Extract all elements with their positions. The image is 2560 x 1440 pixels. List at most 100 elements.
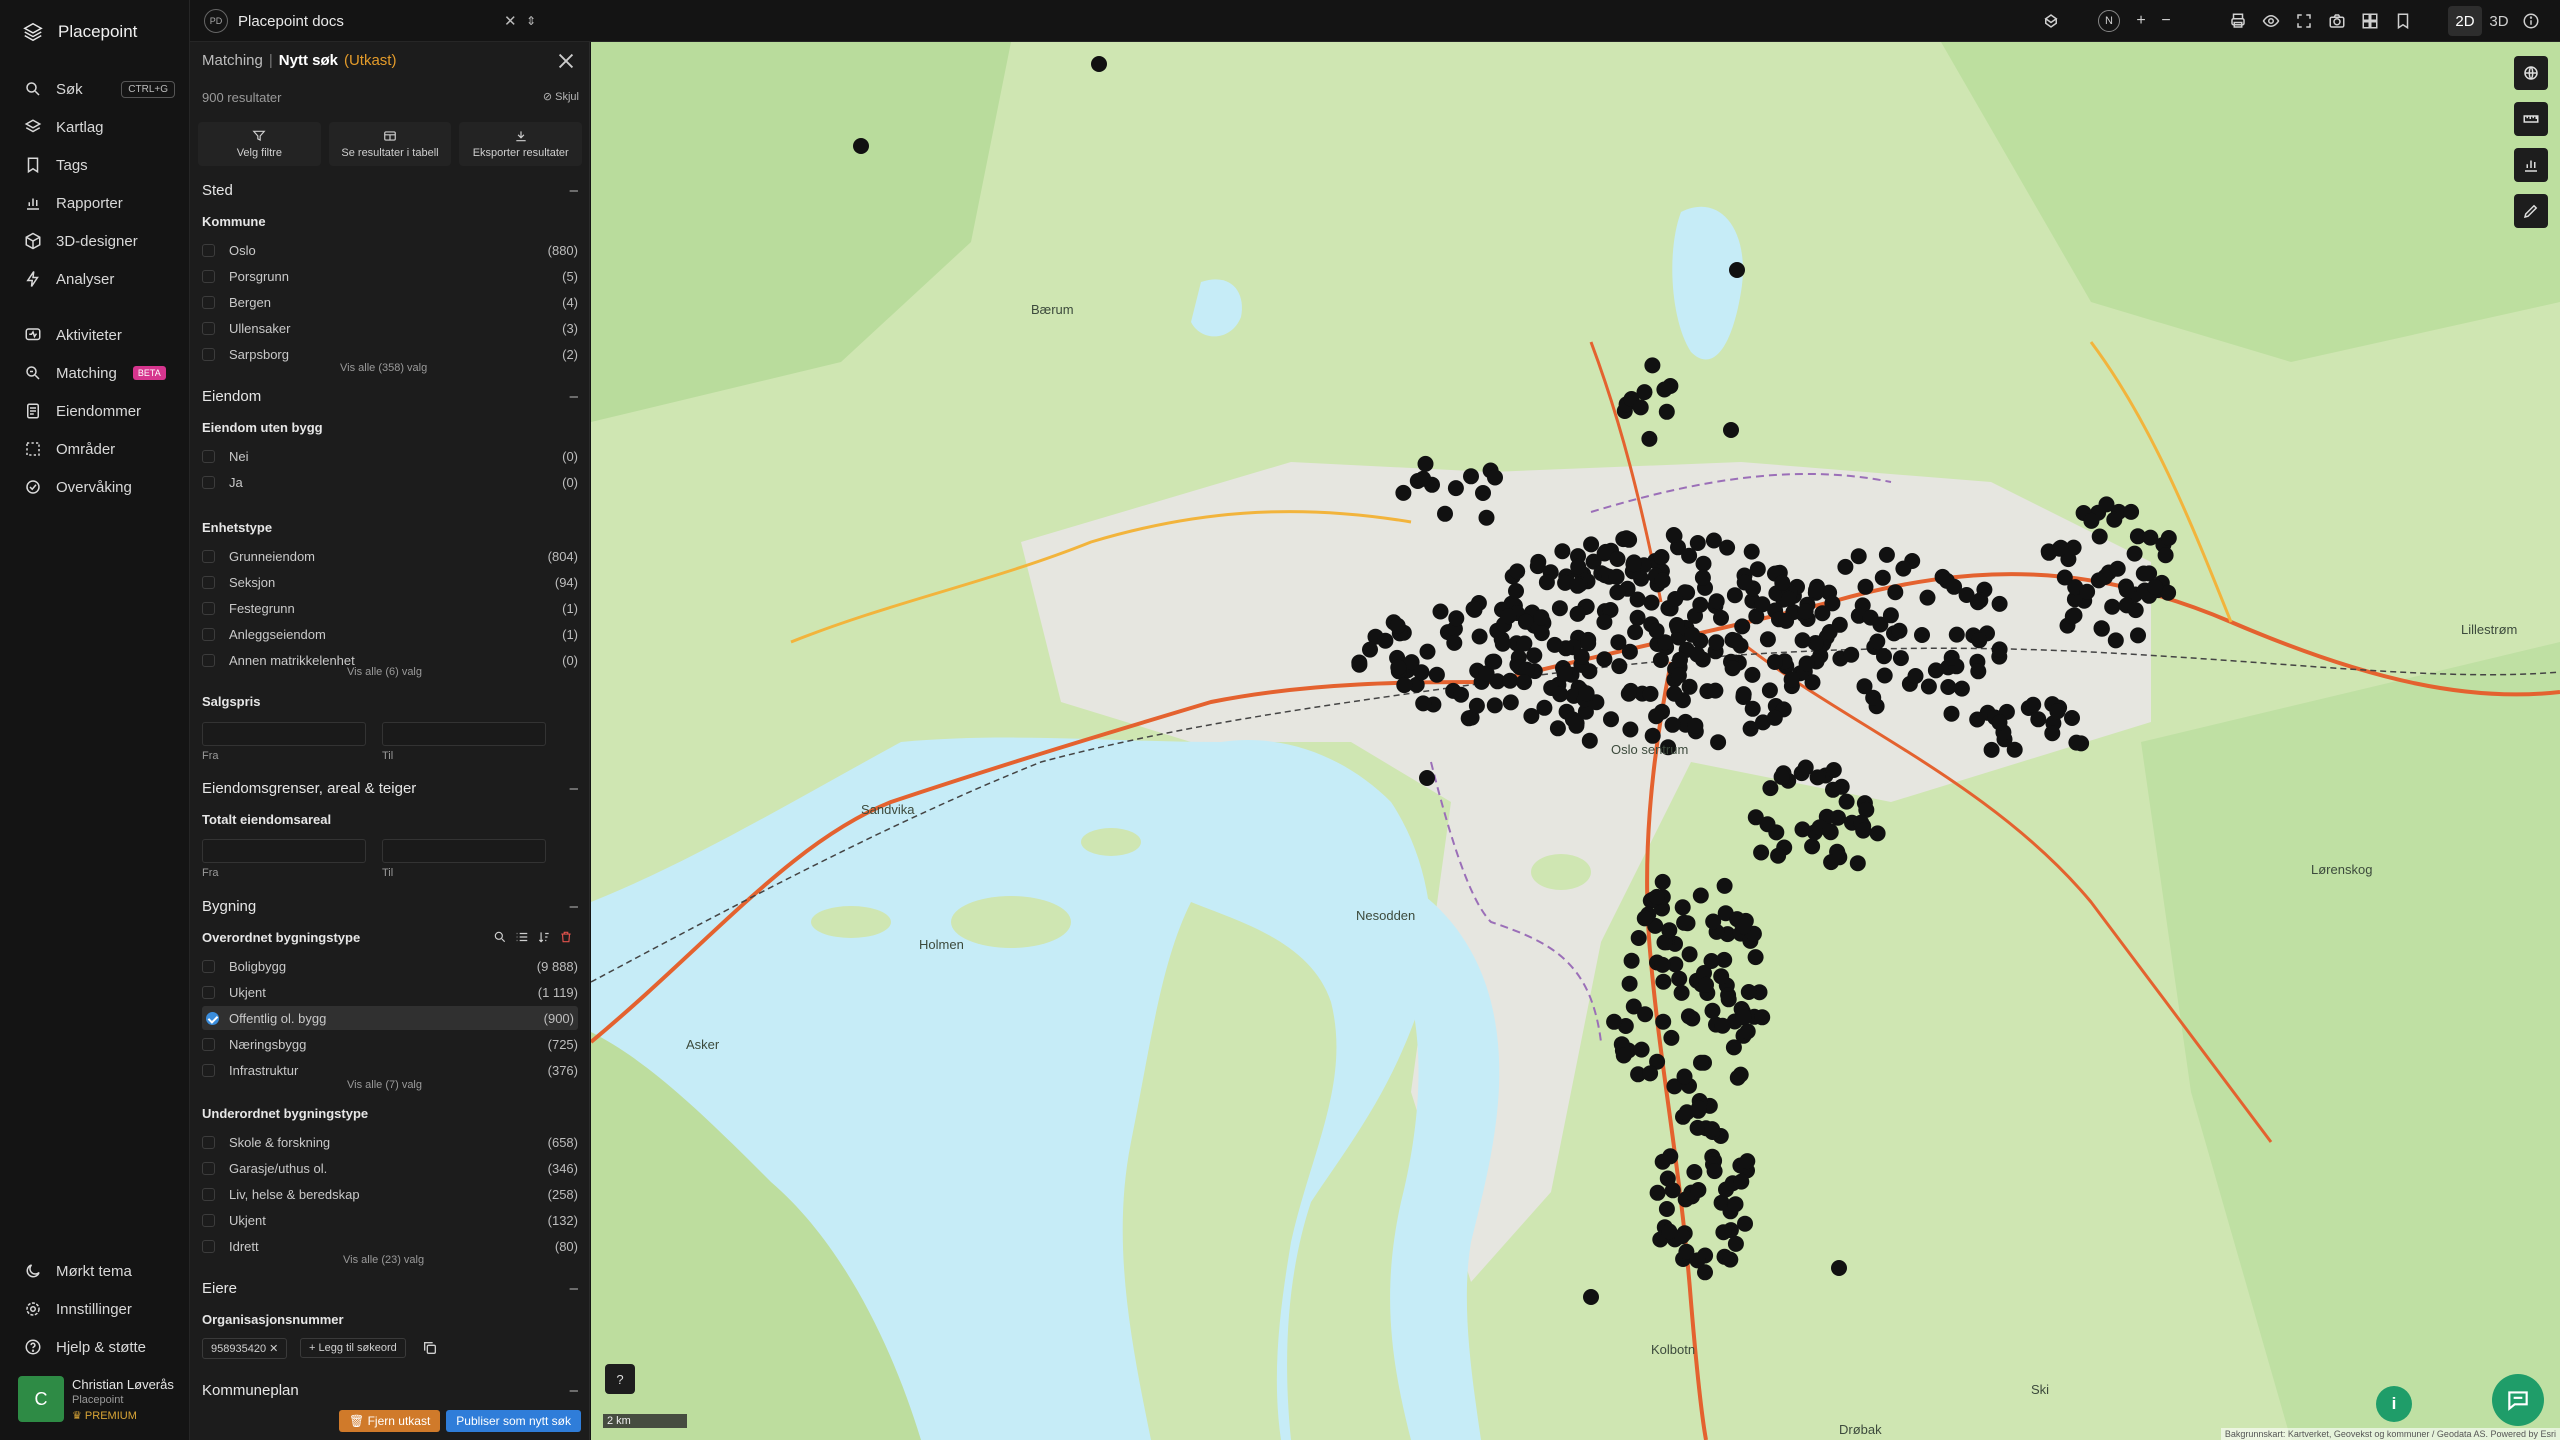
match-marker[interactable] — [1991, 714, 2008, 731]
publish-search-button[interactable]: Publiser som nytt søk — [446, 1410, 581, 1432]
match-marker[interactable] — [1549, 720, 1566, 737]
match-marker[interactable] — [1533, 625, 1550, 642]
info-icon[interactable] — [2520, 10, 2542, 32]
match-marker[interactable] — [1876, 667, 1893, 684]
match-marker[interactable] — [1661, 1223, 1678, 1240]
list-icon[interactable] — [515, 930, 529, 944]
match-marker[interactable] — [1862, 609, 1879, 626]
match-marker[interactable] — [1533, 609, 1550, 626]
match-marker[interactable] — [1739, 1023, 1756, 1040]
match-marker[interactable] — [1850, 548, 1867, 565]
match-marker[interactable] — [1661, 922, 1678, 939]
match-marker[interactable] — [1698, 976, 1714, 993]
collapse-icon[interactable]: – — [570, 182, 578, 199]
match-marker[interactable] — [1794, 632, 1811, 649]
match-marker[interactable] — [1644, 357, 1661, 374]
match-marker[interactable] — [1611, 658, 1628, 675]
match-marker[interactable] — [1679, 915, 1696, 932]
match-marker[interactable] — [1621, 643, 1638, 660]
price-to-input[interactable] — [382, 722, 546, 746]
match-marker[interactable] — [1666, 685, 1683, 702]
match-marker[interactable] — [1596, 651, 1613, 668]
match-marker[interactable] — [1914, 627, 1930, 643]
match-marker[interactable] — [1808, 582, 1824, 599]
match-marker[interactable] — [1437, 505, 1453, 522]
match-marker[interactable] — [1552, 686, 1569, 703]
section-eiere[interactable]: Eiere – — [202, 1280, 578, 1297]
match-marker[interactable] — [1465, 600, 1482, 617]
match-marker[interactable] — [1502, 694, 1519, 711]
match-marker[interactable] — [1415, 695, 1432, 712]
match-marker[interactable] — [2157, 547, 2174, 564]
match-marker[interactable] — [1754, 1009, 1771, 1026]
compass-icon[interactable]: N — [2098, 10, 2120, 32]
nav-item-aktiviteter[interactable]: Aktiviteter — [0, 316, 189, 354]
match-marker[interactable] — [1849, 855, 1866, 872]
chat-button[interactable] — [2492, 1374, 2544, 1426]
clear-document-icon[interactable]: ✕ — [504, 12, 517, 30]
nav-item-tags[interactable]: Tags — [0, 146, 189, 184]
match-marker[interactable] — [1774, 574, 1791, 591]
filter-option[interactable]: Ukjent (132) — [202, 1208, 578, 1232]
bucket-icon[interactable] — [2040, 10, 2062, 32]
filter-option[interactable]: Boligbygg (9 888) — [202, 954, 578, 978]
match-marker[interactable] — [1948, 626, 1965, 643]
match-marker[interactable] — [1744, 666, 1761, 683]
match-marker[interactable] — [1713, 968, 1730, 985]
match-marker[interactable] — [2064, 710, 2080, 726]
match-marker[interactable] — [1630, 930, 1647, 946]
brand[interactable]: Placepoint — [0, 0, 189, 64]
match-marker[interactable] — [1648, 888, 1665, 905]
match-marker[interactable] — [1468, 697, 1485, 714]
match-marker[interactable] — [1720, 991, 1737, 1008]
match-marker[interactable] — [1953, 680, 1970, 697]
match-marker[interactable] — [1478, 509, 1495, 526]
nav-item-eiendommer[interactable]: Eiendommer — [0, 392, 189, 430]
copy-icon[interactable] — [422, 1340, 438, 1356]
match-marker[interactable] — [1487, 469, 1503, 486]
match-marker[interactable] — [1727, 1235, 1744, 1252]
match-marker[interactable] — [1668, 617, 1685, 633]
match-marker[interactable] — [1725, 1039, 1742, 1056]
match-marker[interactable] — [1715, 1224, 1732, 1241]
match-marker[interactable] — [1413, 664, 1430, 681]
match-marker[interactable] — [1971, 632, 1988, 649]
match-marker[interactable] — [1642, 685, 1659, 702]
match-marker[interactable] — [1692, 596, 1709, 613]
match-marker[interactable] — [1609, 551, 1626, 567]
match-marker[interactable] — [2030, 711, 2047, 728]
filter-option[interactable]: Oslo (880) — [202, 238, 578, 262]
checkbox[interactable] — [202, 295, 215, 309]
match-marker[interactable] — [1794, 821, 1811, 838]
match-marker[interactable] — [1663, 1029, 1680, 1046]
match-marker[interactable] — [1671, 970, 1688, 987]
checkbox[interactable] — [202, 321, 215, 335]
match-marker[interactable] — [1569, 577, 1586, 594]
nav-item-overvaking[interactable]: Overvåking — [0, 468, 189, 506]
match-marker[interactable] — [1969, 711, 1986, 728]
match-marker[interactable] — [1729, 262, 1745, 278]
filter-option[interactable]: Anleggseiendom (1) — [202, 622, 578, 646]
match-marker[interactable] — [1389, 617, 1406, 634]
match-marker[interactable] — [1824, 595, 1841, 612]
match-marker[interactable] — [1724, 631, 1741, 648]
match-marker[interactable] — [1580, 635, 1597, 652]
match-marker[interactable] — [1680, 1008, 1697, 1025]
hide-toggle[interactable]: ⊘ Skjul — [543, 90, 579, 103]
match-marker[interactable] — [1609, 584, 1626, 601]
checkbox[interactable] — [202, 1239, 215, 1253]
match-marker[interactable] — [1822, 823, 1839, 840]
match-marker[interactable] — [2107, 632, 2124, 649]
match-marker[interactable] — [1705, 532, 1722, 549]
nav-item-analyser[interactable]: Analyser — [0, 260, 189, 298]
filter-option[interactable]: Ukjent (1 119) — [202, 980, 578, 1004]
match-marker[interactable] — [1494, 635, 1511, 652]
section-sted[interactable]: Sted – — [202, 182, 578, 199]
match-marker[interactable] — [1778, 612, 1795, 629]
filter-option[interactable]: Bergen (4) — [202, 290, 578, 314]
match-marker[interactable] — [1690, 1182, 1707, 1198]
match-marker[interactable] — [1596, 614, 1613, 630]
choose-filters-button[interactable]: Velg filtre — [198, 122, 321, 166]
map-view[interactable]: Sandvika Asker Nesodden Lillestrøm Løren… — [591, 42, 2560, 1440]
match-marker[interactable] — [1618, 530, 1635, 547]
